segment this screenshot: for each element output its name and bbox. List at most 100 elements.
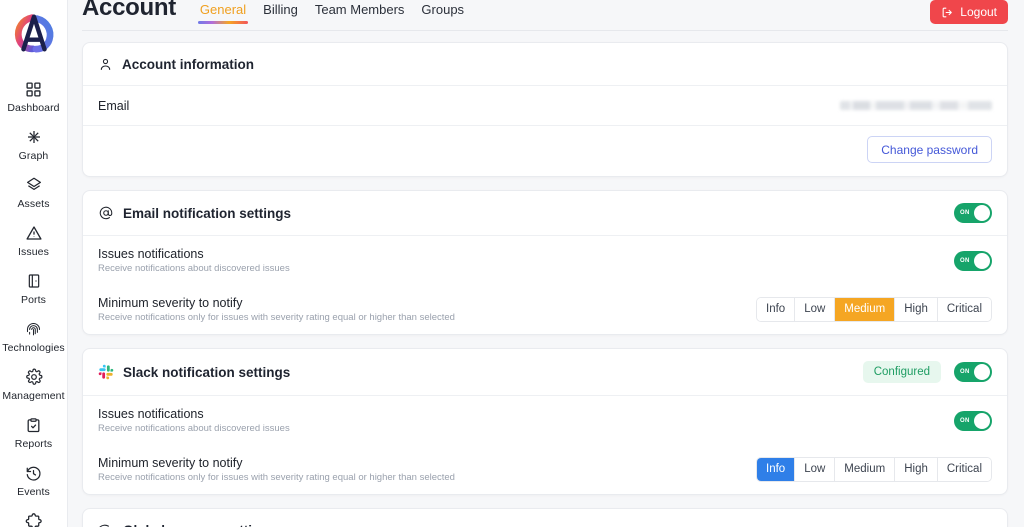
sidebar-item-label: Technologies bbox=[2, 342, 65, 354]
card-title: Account information bbox=[122, 56, 254, 72]
gear-icon bbox=[25, 367, 43, 387]
severity-option-low[interactable]: Low bbox=[795, 458, 836, 481]
sidebar-item-label: Ports bbox=[20, 294, 46, 306]
door-icon bbox=[26, 271, 42, 291]
row-label: Minimum severity to notify bbox=[98, 296, 243, 310]
row-control: Info Low Medium High Critical bbox=[756, 457, 992, 482]
redacted-email-value bbox=[840, 101, 992, 110]
sidebar-item-events[interactable]: Events bbox=[0, 456, 67, 504]
card-header: Account information bbox=[83, 43, 1007, 86]
slack-master-toggle[interactable]: ON bbox=[954, 362, 992, 382]
page-header: Account General Billing Team Members Gro… bbox=[68, 0, 1024, 30]
email-severity-segmented-control: Info Low Medium High Critical bbox=[756, 297, 992, 322]
row-text: Issues notifications Receive notificatio… bbox=[98, 247, 290, 274]
severity-option-critical[interactable]: Critical bbox=[937, 298, 991, 321]
card-title: Email notification settings bbox=[123, 205, 292, 221]
sidebar-nav: Dashboard Graph Assets Issues Ports Tech… bbox=[0, 72, 67, 527]
sidebar-item-label: Events bbox=[17, 486, 50, 498]
severity-option-low[interactable]: Low bbox=[795, 298, 836, 321]
card-header-actions: ON bbox=[954, 203, 992, 223]
logout-arrow-icon bbox=[941, 6, 954, 19]
tab-billing[interactable]: Billing bbox=[263, 2, 298, 24]
row-label: Issues notifications bbox=[98, 407, 204, 421]
severity-option-high[interactable]: High bbox=[895, 458, 938, 481]
sidebar-item-management[interactable]: Management bbox=[0, 360, 67, 408]
tab-team-members[interactable]: Team Members bbox=[315, 2, 405, 24]
slack-issues-toggle[interactable]: ON bbox=[954, 410, 992, 431]
at-sign-icon bbox=[98, 205, 114, 221]
app-root: Dashboard Graph Assets Issues Ports Tech… bbox=[0, 0, 1024, 527]
card-header: Email notification settings ON bbox=[83, 191, 1007, 236]
row-text: Minimum severity to notify Receive notif… bbox=[98, 456, 455, 483]
toggle-state-label: ON bbox=[960, 417, 970, 424]
card-title: Slack notification settings bbox=[123, 364, 291, 380]
sidebar-item-label: Management bbox=[2, 390, 65, 402]
severity-option-medium[interactable]: Medium bbox=[835, 298, 896, 321]
card-header: Global scanner settings bbox=[83, 509, 1007, 527]
toggle-state-label: ON bbox=[960, 369, 970, 375]
slack-severity-segmented-control: Info Low Medium High Critical bbox=[756, 457, 992, 482]
email-row: Email bbox=[83, 86, 1007, 126]
radar-scan-icon bbox=[98, 522, 114, 527]
card-header: Slack notification settings Configured O… bbox=[83, 349, 1007, 396]
sidebar-item-label: Issues bbox=[18, 246, 49, 258]
row-text: Minimum severity to notify Receive notif… bbox=[98, 296, 455, 323]
page-title: Account bbox=[82, 0, 176, 21]
sidebar-item-reports[interactable]: Reports bbox=[0, 408, 67, 456]
severity-option-high[interactable]: High bbox=[895, 298, 938, 321]
sidebar-item-dashboard[interactable]: Dashboard bbox=[0, 72, 67, 120]
email-master-toggle[interactable]: ON bbox=[954, 203, 992, 223]
row-text: Issues notifications Receive notificatio… bbox=[98, 407, 290, 434]
row-description: Receive notifications only for issues wi… bbox=[98, 312, 455, 323]
slack-issues-notifications-row: Issues notifications Receive notificatio… bbox=[83, 396, 1007, 445]
toggle-knob bbox=[974, 205, 990, 221]
card-title: Global scanner settings bbox=[123, 523, 276, 527]
row-label: Minimum severity to notify bbox=[98, 456, 243, 470]
sidebar-item-integrations[interactable]: Integrations bbox=[0, 504, 67, 527]
row-control: Info Low Medium High Critical bbox=[756, 297, 992, 322]
severity-option-info[interactable]: Info bbox=[757, 298, 796, 321]
layers-icon bbox=[25, 175, 43, 195]
sidebar-item-ports[interactable]: Ports bbox=[0, 264, 67, 312]
email-issues-toggle[interactable]: ON bbox=[954, 250, 992, 271]
severity-option-medium[interactable]: Medium bbox=[835, 458, 896, 481]
row-control: ON bbox=[954, 410, 992, 431]
sidebar-item-issues[interactable]: Issues bbox=[0, 216, 67, 264]
clock-history-icon bbox=[25, 463, 42, 483]
clipboard-check-icon bbox=[25, 415, 42, 435]
toggle-knob bbox=[974, 364, 990, 380]
global-scanner-settings-card: Global scanner settings Scan mode ? Diff… bbox=[82, 508, 1008, 527]
email-minimum-severity-row: Minimum severity to notify Receive notif… bbox=[83, 285, 1007, 334]
grid-icon bbox=[25, 79, 42, 99]
card-footer: Change password bbox=[83, 126, 1007, 176]
slack-icon bbox=[98, 364, 114, 380]
row-description: Receive notifications only for issues wi… bbox=[98, 472, 455, 483]
graph-node-icon bbox=[25, 127, 43, 147]
sidebar-item-graph[interactable]: Graph bbox=[0, 120, 67, 168]
email-issues-notifications-row: Issues notifications Receive notificatio… bbox=[83, 236, 1007, 285]
logout-label: Logout bbox=[960, 5, 997, 19]
change-password-button[interactable]: Change password bbox=[867, 136, 992, 163]
severity-option-critical[interactable]: Critical bbox=[937, 458, 991, 481]
tab-groups[interactable]: Groups bbox=[421, 2, 464, 24]
tab-general[interactable]: General bbox=[197, 2, 249, 24]
toggle-state-label: ON bbox=[960, 210, 970, 216]
sidebar-item-label: Reports bbox=[14, 438, 53, 450]
row-description: Receive notifications about discovered i… bbox=[98, 263, 290, 274]
attaxion-logo[interactable] bbox=[11, 10, 57, 56]
card-header-actions: Configured ON bbox=[862, 361, 992, 383]
fingerprint-icon bbox=[25, 319, 42, 339]
person-icon bbox=[98, 57, 113, 72]
logout-button[interactable]: Logout bbox=[930, 0, 1008, 24]
sidebar-item-technologies[interactable]: Technologies bbox=[0, 312, 67, 360]
row-label: Issues notifications bbox=[98, 247, 204, 261]
status-badge: Configured bbox=[862, 361, 941, 383]
sidebar-item-label: Graph bbox=[18, 150, 49, 162]
sidebar-item-label: Assets bbox=[17, 198, 50, 210]
row-control: ON bbox=[954, 250, 992, 271]
sidebar-item-assets[interactable]: Assets bbox=[0, 168, 67, 216]
row-description: Receive notifications about discovered i… bbox=[98, 423, 290, 434]
email-label: Email bbox=[98, 98, 130, 113]
severity-option-info[interactable]: Info bbox=[757, 458, 796, 481]
main-area: Account General Billing Team Members Gro… bbox=[68, 0, 1024, 527]
